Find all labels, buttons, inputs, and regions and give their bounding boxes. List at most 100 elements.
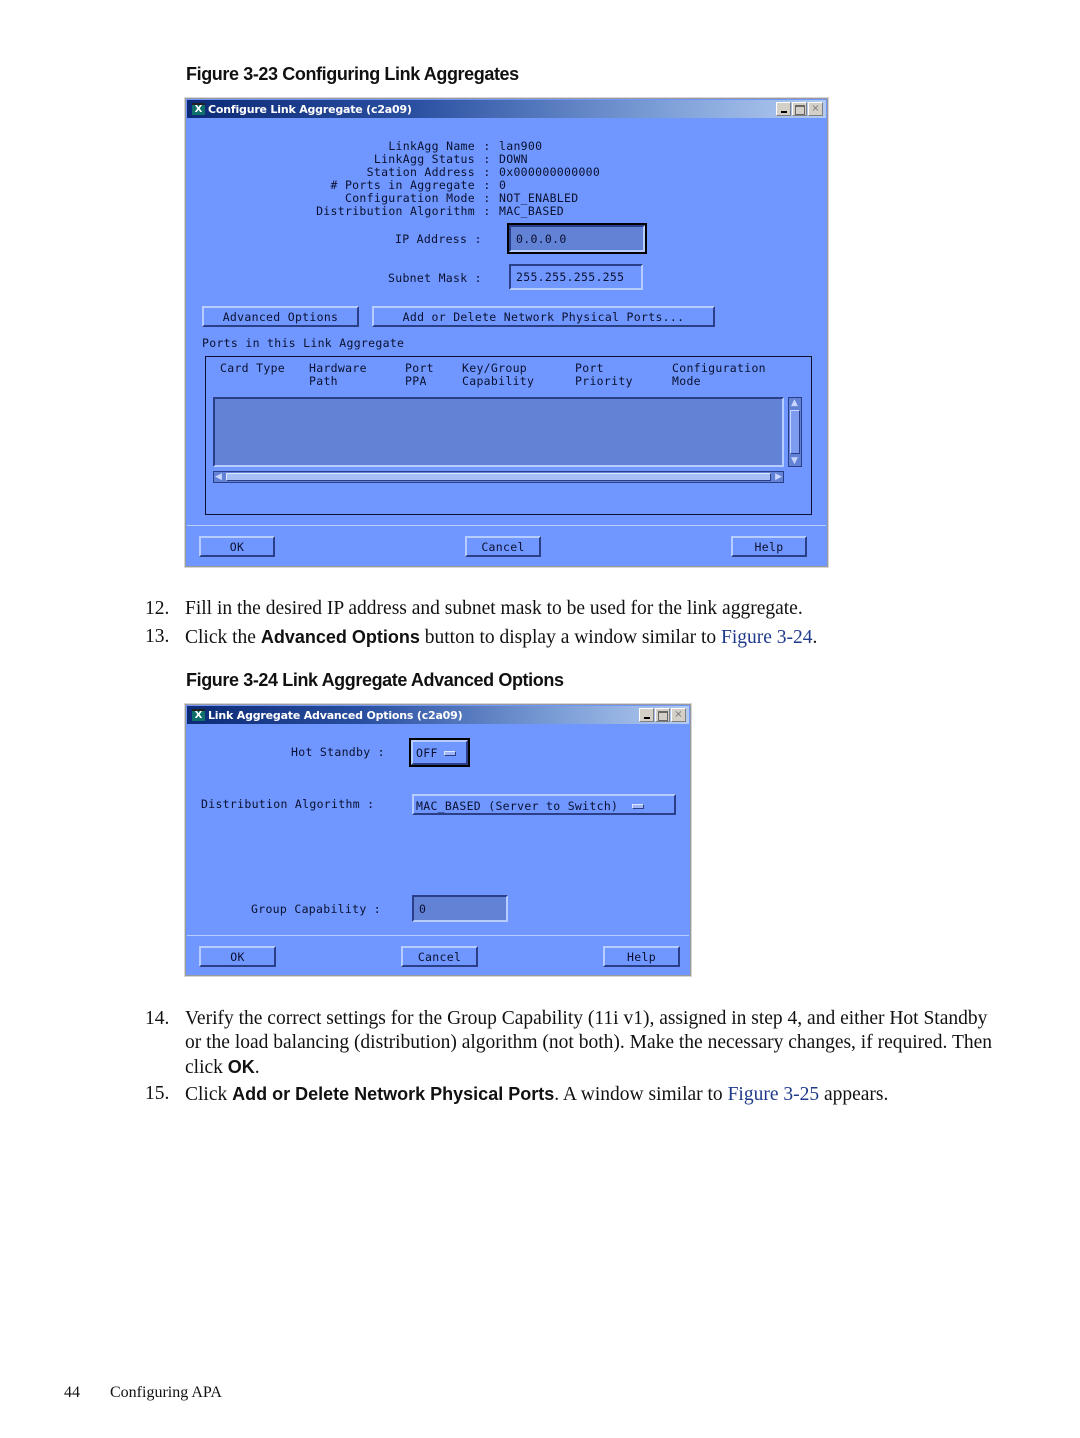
info-row: Station Address:0x000000000000 xyxy=(295,165,601,179)
step-number: 12. xyxy=(145,598,170,619)
scroll-right-icon[interactable]: ▶ xyxy=(775,472,782,482)
info-row: Configuration Mode: NOT_ENABLED xyxy=(295,191,579,205)
minimize-icon[interactable] xyxy=(776,102,791,116)
distribution-algorithm-dropdown[interactable]: MAC_BASED (Server to Switch) xyxy=(412,794,676,815)
button-label: Advanced Options xyxy=(222,310,339,324)
figure-3-24-caption: Figure 3-24 Link Aggregate Advanced Opti… xyxy=(186,670,564,691)
option-menu-indicator-icon xyxy=(443,750,456,756)
button-separator xyxy=(187,935,689,936)
button-label: Help xyxy=(627,950,656,964)
group-capability-label: Group Capability : xyxy=(251,902,382,916)
group-capability-value: 0 xyxy=(419,901,427,916)
info-value: lan900 xyxy=(499,139,543,153)
info-colon: : xyxy=(483,139,491,153)
cancel-button[interactable]: Cancel xyxy=(465,536,541,557)
horizontal-scroll-thumb[interactable] xyxy=(226,473,771,481)
column-header[interactable]: Key/Group Capability xyxy=(462,362,534,388)
scroll-up-icon[interactable]: ▲ xyxy=(791,398,798,408)
column-header[interactable]: Port Priority xyxy=(575,362,633,388)
step-text: Click the Advanced Options button to dis… xyxy=(185,627,818,648)
step-number: 14. xyxy=(145,1008,170,1029)
subnet-mask-label: Subnet Mask : xyxy=(388,271,482,285)
ports-list[interactable] xyxy=(213,397,784,467)
advanced-options-button[interactable]: Advanced Options xyxy=(202,306,359,327)
minimize-icon[interactable] xyxy=(639,708,654,722)
figure-link[interactable]: Figure 3-25 xyxy=(728,1084,820,1105)
button-label: Cancel xyxy=(417,950,462,964)
info-value: NOT_ENABLED xyxy=(499,191,579,205)
help-button[interactable]: Help xyxy=(603,946,680,967)
distribution-algorithm-value: MAC_BASED (Server to Switch) xyxy=(416,799,619,813)
ui-term: Add or Delete Network Physical Ports xyxy=(232,1084,555,1104)
button-label: Cancel xyxy=(481,540,525,554)
step-number: 15. xyxy=(145,1083,170,1104)
column-header[interactable]: Configuration Mode xyxy=(672,362,766,388)
ok-button[interactable]: OK xyxy=(199,536,275,557)
title-bar[interactable]: X Configure Link Aggregate (c2a09) × xyxy=(187,100,826,118)
vertical-scroll-thumb[interactable] xyxy=(790,410,800,454)
info-label: Distribution Algorithm xyxy=(316,204,475,218)
add-delete-ports-button[interactable]: Add or Delete Network Physical Ports... xyxy=(372,306,715,327)
button-label: OK xyxy=(229,540,245,554)
info-colon: : xyxy=(483,165,491,179)
x-app-icon: X xyxy=(192,709,205,721)
info-label: # Ports in Aggregate xyxy=(330,178,475,192)
info-colon: : xyxy=(483,152,491,166)
info-label: LinkAgg Name xyxy=(388,139,475,153)
step-item: 15. Click Add or Delete Network Physical … xyxy=(145,1082,995,1107)
maximize-icon[interactable] xyxy=(792,102,807,116)
caption-title: Configuring Link Aggregates xyxy=(282,64,519,84)
caption-title: Link Aggregate Advanced Options xyxy=(282,670,564,690)
hot-standby-dropdown[interactable]: OFF xyxy=(409,738,470,767)
group-capability-field[interactable]: 0 xyxy=(412,895,508,922)
subnet-mask-field[interactable]: 255.255.255.255 xyxy=(509,264,643,290)
window-title: Configure Link Aggregate (c2a09) xyxy=(208,102,412,116)
help-button[interactable]: Help xyxy=(731,536,807,557)
info-row: LinkAgg Status: DOWN xyxy=(295,152,528,166)
step-item: 14. Verify the correct settings for the G… xyxy=(145,1007,995,1080)
caption-number: Figure 3-23 xyxy=(186,64,278,84)
page-number: 44 xyxy=(64,1384,80,1401)
window-title: Link Aggregate Advanced Options (c2a09) xyxy=(208,708,463,722)
info-label: LinkAgg Status xyxy=(373,152,475,166)
info-value: 0x000000000000 xyxy=(499,165,601,179)
vertical-scrollbar[interactable]: ▲ ▼ xyxy=(788,397,802,467)
button-label: Help xyxy=(754,540,784,554)
ports-section-label: Ports in this Link Aggregate xyxy=(202,336,405,350)
maximize-icon[interactable] xyxy=(655,708,670,722)
info-row: # Ports in Aggregate:0 xyxy=(295,178,507,192)
column-header[interactable]: Card Type xyxy=(220,362,285,375)
subnet-mask-value: 255.255.255.255 xyxy=(516,270,625,284)
info-value: DOWN xyxy=(499,152,528,166)
info-label: Configuration Mode xyxy=(344,191,475,205)
info-label: Station Address xyxy=(366,165,475,179)
info-value: 0 xyxy=(499,178,507,192)
section-title: Configuring APA xyxy=(110,1384,222,1401)
cancel-button[interactable]: Cancel xyxy=(401,946,478,967)
button-label: Add or Delete Network Physical Ports... xyxy=(402,310,685,324)
close-icon[interactable]: × xyxy=(671,708,686,722)
ip-address-field[interactable]: 0.0.0.0 xyxy=(507,223,647,254)
button-label: OK xyxy=(230,950,245,964)
ports-group-box: Card Type Hardware Path Port PPA Key/Group … xyxy=(205,356,812,515)
ui-term: OK xyxy=(227,1057,255,1077)
info-colon: : xyxy=(483,204,491,218)
column-header[interactable]: Port PPA xyxy=(405,362,434,388)
info-row: Distribution Algorithm: MAC_BASED xyxy=(295,204,565,218)
caption-number: Figure 3-24 xyxy=(186,670,278,690)
step-item: 12. Fill in the desired IP address and su… xyxy=(145,597,995,621)
info-value: MAC_BASED xyxy=(499,204,565,218)
scroll-left-icon[interactable]: ◀ xyxy=(215,472,222,482)
ok-button[interactable]: OK xyxy=(199,946,276,967)
configure-link-aggregate-window: X Configure Link Aggregate (c2a09) × Lin… xyxy=(184,97,829,568)
x-app-icon: X xyxy=(192,103,205,115)
scroll-down-icon[interactable]: ▼ xyxy=(791,456,798,466)
column-header[interactable]: Hardware Path xyxy=(309,362,367,388)
page-footer: 44 Configuring APA xyxy=(64,1384,222,1402)
button-separator xyxy=(187,525,826,526)
horizontal-scrollbar[interactable]: ◀ ▶ xyxy=(213,471,784,483)
title-bar[interactable]: X Link Aggregate Advanced Options (c2a09… xyxy=(187,706,689,724)
close-icon[interactable]: × xyxy=(808,102,823,116)
step-text: Click Add or Delete Network Physical Por… xyxy=(185,1084,889,1105)
figure-link[interactable]: Figure 3-24 xyxy=(721,627,813,648)
